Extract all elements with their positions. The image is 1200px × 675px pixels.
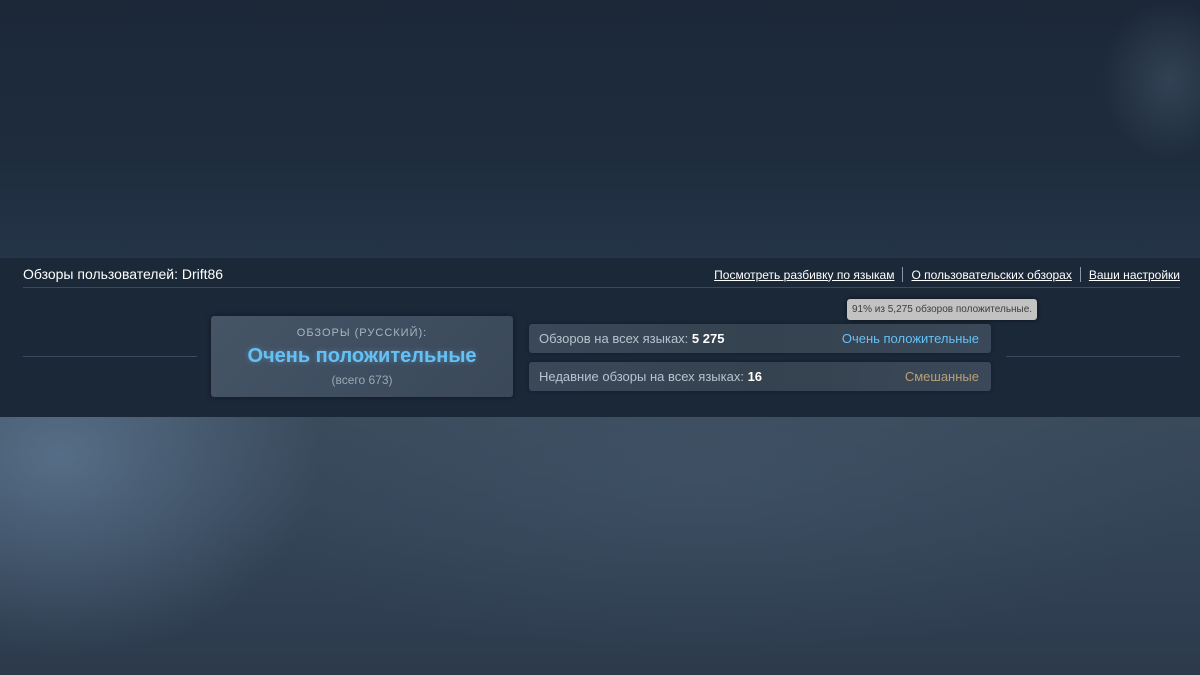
summary-total: (всего 673) xyxy=(331,373,393,387)
reviews-title: Обзоры пользователей: Drift86 xyxy=(23,266,224,282)
page-background-bottom xyxy=(0,417,1200,675)
recent-reviews-row[interactable]: Недавние обзоры на всех языках: 16 Смеша… xyxy=(529,362,991,391)
about-reviews-link[interactable]: О пользовательских обзорах xyxy=(911,268,1071,282)
page-background-top xyxy=(0,0,1200,260)
row-label: Недавние обзоры на всех языках: 16 xyxy=(539,369,762,384)
row-status: Смешанные xyxy=(904,369,979,384)
row-label-text: Недавние обзоры на всех языках: xyxy=(539,369,744,384)
your-settings-link[interactable]: Ваши настройки xyxy=(1089,268,1180,282)
row-count: 16 xyxy=(747,369,763,384)
link-separator xyxy=(902,267,904,282)
summary-rating: Очень положительные xyxy=(247,345,477,367)
all-languages-reviews-row[interactable]: Обзоров на всех языках: 5 275 Очень поло… xyxy=(529,324,991,353)
left-divider xyxy=(23,356,197,357)
row-label-text: Обзоров на всех языках: xyxy=(539,331,689,346)
row-label: Обзоров на всех языках: 5 275 xyxy=(539,331,724,346)
russian-reviews-summary[interactable]: ОБЗОРЫ (РУССКИЙ): Очень положительные (в… xyxy=(211,316,513,397)
language-breakdown-link[interactable]: Посмотреть разбивку по языкам xyxy=(714,268,894,282)
header-links: Посмотреть разбивку по языкам О пользова… xyxy=(714,267,1180,282)
summary-label: ОБЗОРЫ (РУССКИЙ): xyxy=(296,327,428,339)
row-status: Очень положительные xyxy=(841,331,979,346)
right-divider xyxy=(1006,356,1180,357)
review-score-tooltip: 91% из 5,275 обзоров положительные. xyxy=(847,299,1038,320)
link-separator xyxy=(1079,267,1081,282)
reviews-header: Обзоры пользователей: Drift86 Посмотреть… xyxy=(23,263,1180,288)
row-count: 5 275 xyxy=(691,331,725,346)
